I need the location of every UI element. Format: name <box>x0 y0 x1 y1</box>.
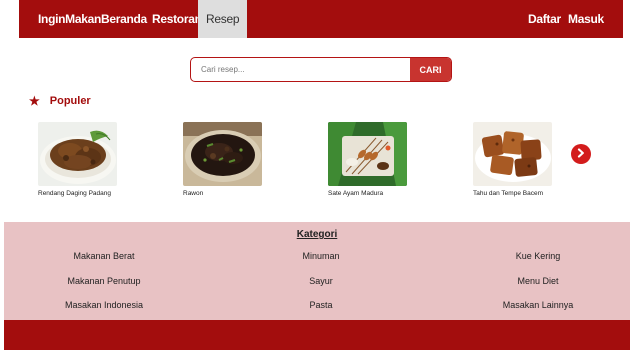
kategori-item[interactable]: Pasta <box>309 300 332 310</box>
nav-restoran[interactable]: Restoran <box>152 0 202 38</box>
kategori-item[interactable]: Makanan Penutup <box>67 276 140 286</box>
recipe-card-sate[interactable]: Sate Ayam Madura <box>328 122 458 197</box>
kategori-item[interactable]: Sayur <box>309 276 333 286</box>
nav-resep[interactable]: Resep <box>198 0 248 38</box>
star-icon: ★ <box>29 94 40 108</box>
carousel-next-button[interactable] <box>571 144 591 164</box>
nav-masuk[interactable]: Masuk <box>568 0 604 38</box>
recipe-caption[interactable]: Sate Ayam Madura <box>328 190 458 197</box>
page: InginMakan Beranda Restoran Resep Daftar… <box>0 0 630 352</box>
kategori-item[interactable]: Minuman <box>302 251 339 261</box>
recipe-image-tahu-tempe[interactable] <box>473 122 552 186</box>
kategori-section: Kategori Makanan Berat Minuman Kue Kerin… <box>4 222 630 320</box>
recipe-image-sate[interactable] <box>328 122 407 186</box>
recipe-card-rendang[interactable]: Rendang Daging Padang <box>38 122 168 197</box>
kategori-item[interactable]: Makanan Berat <box>73 251 134 261</box>
recipe-caption[interactable]: Rawon <box>183 190 313 197</box>
recipe-caption[interactable]: Rendang Daging Padang <box>38 190 168 197</box>
recipe-caption[interactable]: Tahu dan Tempe Bacem <box>473 190 603 197</box>
kategori-item[interactable]: Menu Diet <box>517 276 558 286</box>
populer-title: Populer <box>49 95 91 107</box>
nav-beranda[interactable]: Beranda <box>101 0 147 38</box>
brand-link[interactable]: InginMakan <box>38 0 101 38</box>
footer <box>4 320 630 350</box>
navbar: InginMakan Beranda Restoran Resep Daftar… <box>19 0 623 38</box>
recipe-image-rawon[interactable] <box>183 122 262 186</box>
kategori-item[interactable]: Kue Kering <box>516 251 561 261</box>
recipe-image-rendang[interactable] <box>38 122 117 186</box>
kategori-item[interactable]: Masakan Indonesia <box>65 300 143 310</box>
chevron-right-icon <box>576 147 586 161</box>
recipe-card-rawon[interactable]: Rawon <box>183 122 313 197</box>
kategori-title: Kategori <box>296 229 338 240</box>
search-input[interactable] <box>191 58 410 81</box>
search-bar: CARI <box>190 57 452 82</box>
nav-daftar[interactable]: Daftar <box>528 0 561 38</box>
kategori-item[interactable]: Masakan Lainnya <box>503 300 574 310</box>
search-button[interactable]: CARI <box>410 58 451 81</box>
populer-heading: ★ Populer <box>29 94 91 108</box>
